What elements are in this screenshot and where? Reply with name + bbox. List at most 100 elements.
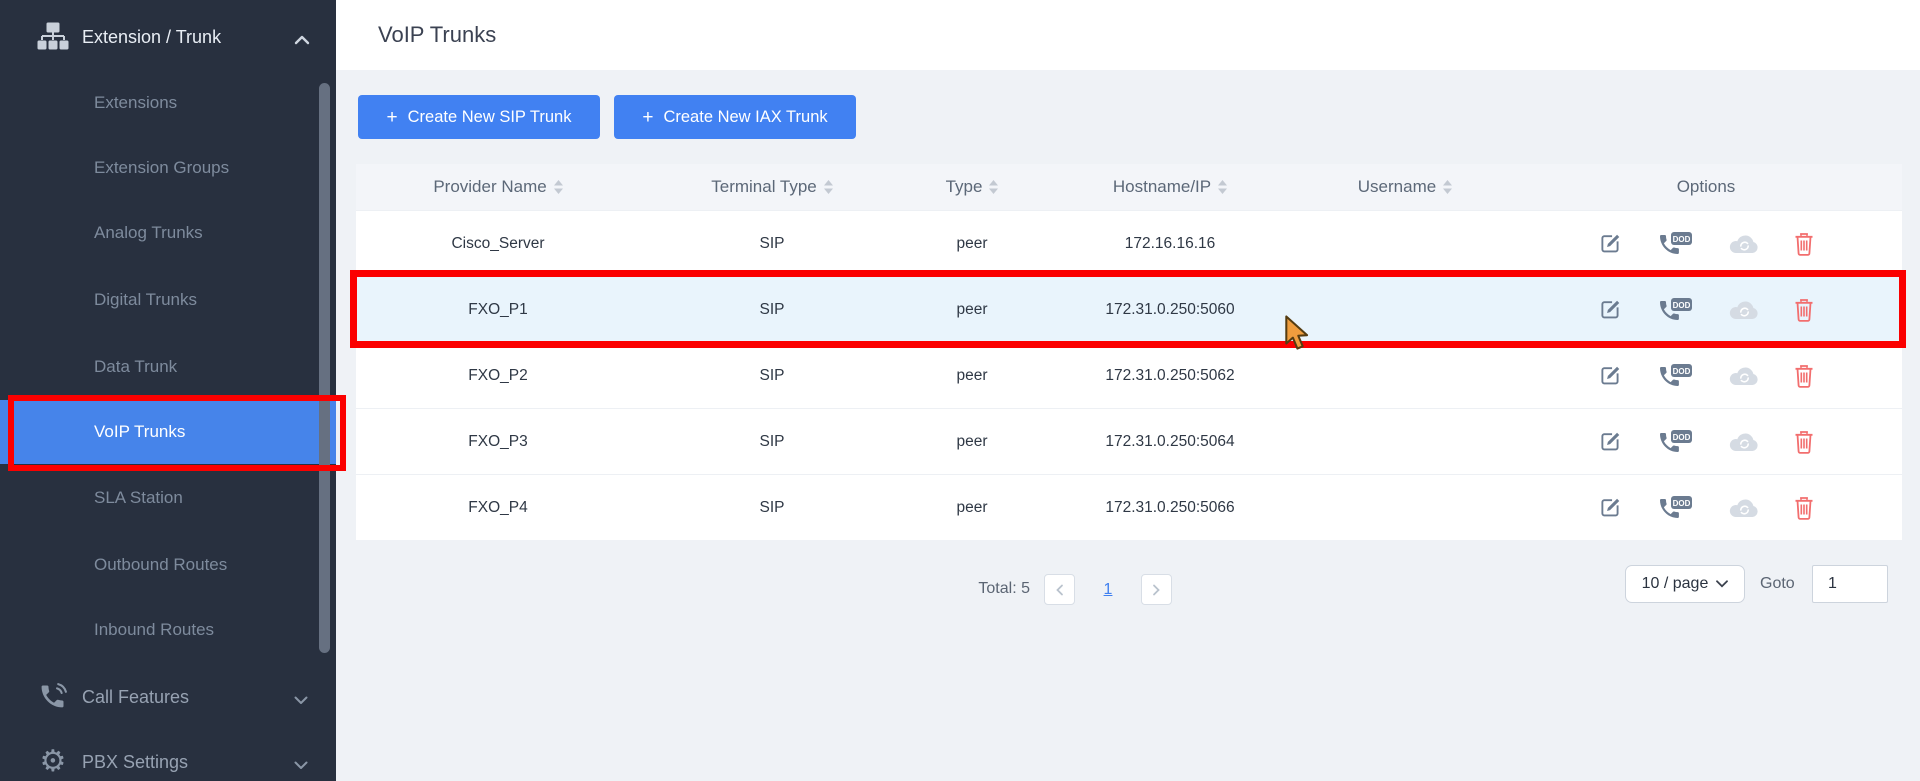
pagination-prev-button[interactable] (1044, 574, 1075, 605)
sidebar-section-call-features[interactable]: Call Features (0, 664, 336, 730)
create-new-sip-trunk-button[interactable]: + Create New SIP Trunk (358, 95, 600, 139)
cloud-sync-icon[interactable] (1726, 496, 1760, 520)
edit-icon[interactable] (1598, 429, 1623, 454)
sidebar: Extension / Trunk Extensions Extension G… (0, 0, 336, 781)
cell-options: DOD (1510, 429, 1902, 455)
sort-icon[interactable] (823, 180, 833, 194)
phone-icon (36, 682, 70, 712)
column-header-options: Options (1676, 177, 1736, 196)
sidebar-item-label: VoIP Trunks (94, 422, 186, 441)
topbar: VoIP Trunks (336, 0, 1920, 70)
svg-text:DOD: DOD (1672, 498, 1690, 507)
column-header-username[interactable]: Username (1300, 177, 1510, 197)
sidebar-header-extension-trunk[interactable]: Extension / Trunk (0, 4, 336, 70)
sort-icon[interactable] (1443, 180, 1453, 194)
cell-hostname-ip: 172.31.0.250:5066 (1105, 498, 1235, 516)
page-size-value: 10 / page (1641, 575, 1709, 592)
cloud-sync-icon[interactable] (1726, 364, 1760, 388)
edit-icon[interactable] (1598, 363, 1623, 388)
cell-hostname-ip: 172.31.0.250:5062 (1105, 366, 1235, 384)
cell-provider-name: FXO_P2 (468, 366, 528, 384)
cell-type: peer (956, 234, 988, 252)
dod-phone-icon[interactable]: DOD (1656, 495, 1693, 521)
delete-icon[interactable] (1793, 231, 1815, 257)
table-header-row: Provider Name Terminal Type Type Hostnam… (356, 164, 1902, 210)
dod-phone-icon[interactable]: DOD (1656, 231, 1693, 257)
pagination-page-1[interactable]: 1 (1095, 574, 1121, 605)
sidebar-item-outbound-routes[interactable]: Outbound Routes (0, 532, 336, 598)
table-row-fxo_p1[interactable]: FXO_P1 SIP peer 172.31.0.250:5060 DOD (356, 276, 1902, 342)
cell-type: peer (956, 432, 988, 450)
pagination-next-button[interactable] (1141, 574, 1172, 605)
delete-icon[interactable] (1793, 297, 1815, 323)
sort-icon[interactable] (989, 180, 999, 194)
column-header-type[interactable]: Type (904, 177, 1040, 197)
sidebar-item-label: SLA Station (94, 488, 183, 507)
column-header-terminal-type[interactable]: Terminal Type (640, 177, 904, 197)
table-row-fxo_p3[interactable]: FXO_P3 SIP peer 172.31.0.250:5064 DOD (356, 408, 1902, 474)
goto-page-input[interactable] (1812, 565, 1888, 603)
sidebar-item-data-trunk[interactable]: Data Trunk (0, 334, 336, 400)
page-title: VoIP Trunks (378, 22, 497, 47)
cell-provider-name: FXO_P3 (468, 432, 528, 450)
chevron-left-icon (1056, 584, 1063, 595)
sidebar-item-extension-groups[interactable]: Extension Groups (0, 135, 336, 201)
sidebar-item-inbound-routes[interactable]: Inbound Routes (0, 597, 336, 663)
cloud-sync-icon[interactable] (1726, 232, 1760, 256)
pagination-total: Total: 5 (978, 580, 1030, 597)
cell-provider-name: FXO_P1 (468, 300, 528, 318)
sidebar-item-extensions[interactable]: Extensions (0, 70, 336, 136)
cell-type: peer (956, 498, 988, 516)
table-row-cisco_server[interactable]: Cisco_Server SIP peer 172.16.16.16 DOD (356, 210, 1902, 276)
chevron-up-icon (294, 32, 310, 45)
column-header-provider-name[interactable]: Provider Name (356, 177, 640, 197)
sidebar-item-label: Analog Trunks (94, 223, 203, 242)
table-row-fxo_p4[interactable]: FXO_P4 SIP peer 172.31.0.250:5066 DOD (356, 474, 1902, 540)
sidebar-item-label: Outbound Routes (94, 555, 228, 574)
sidebar-section-label: PBX Settings (82, 751, 189, 772)
sidebar-item-voip-trunks[interactable]: VoIP Trunks (0, 400, 336, 464)
cell-terminal-type: SIP (759, 234, 785, 252)
delete-icon[interactable] (1793, 363, 1815, 389)
delete-icon[interactable] (1793, 495, 1815, 521)
sidebar-item-label: Extension Groups (94, 158, 230, 177)
cell-hostname-ip: 172.31.0.250:5060 (1105, 300, 1235, 318)
edit-icon[interactable] (1598, 231, 1623, 256)
cell-options: DOD (1510, 495, 1902, 521)
table-row-fxo_p2[interactable]: FXO_P2 SIP peer 172.31.0.250:5062 DOD (356, 342, 1902, 408)
dod-phone-icon[interactable]: DOD (1656, 363, 1693, 389)
edit-icon[interactable] (1598, 297, 1623, 322)
sidebar-item-sla-station[interactable]: SLA Station (0, 465, 336, 531)
sidebar-item-label: Extensions (94, 93, 178, 112)
sitemap-icon (36, 22, 70, 52)
cell-hostname-ip: 172.31.0.250:5064 (1105, 432, 1235, 450)
dod-phone-icon[interactable]: DOD (1656, 297, 1693, 323)
column-header-hostname-ip[interactable]: Hostname/IP (1040, 177, 1300, 197)
sidebar-scrollbar[interactable] (319, 83, 330, 653)
sidebar-section-pbx-settings[interactable]: ⚙ PBX Settings (0, 729, 336, 781)
button-label: Create New SIP Trunk (407, 107, 572, 126)
chevron-down-icon (294, 757, 310, 769)
sidebar-item-analog-trunks[interactable]: Analog Trunks (0, 200, 336, 266)
button-label: Create New IAX Trunk (663, 107, 828, 126)
page-size-select[interactable]: 10 / page (1625, 565, 1745, 603)
cell-terminal-type: SIP (759, 300, 785, 318)
cell-type: peer (956, 366, 988, 384)
sort-icon[interactable] (1218, 180, 1228, 194)
plus-icon: + (642, 106, 654, 128)
delete-icon[interactable] (1793, 429, 1815, 455)
svg-text:DOD: DOD (1672, 432, 1690, 441)
cell-hostname-ip: 172.16.16.16 (1124, 234, 1216, 252)
cloud-sync-icon[interactable] (1726, 298, 1760, 322)
sidebar-item-digital-trunks[interactable]: Digital Trunks (0, 267, 336, 333)
chevron-down-icon (294, 692, 310, 704)
sort-icon[interactable] (553, 180, 563, 194)
create-new-iax-trunk-button[interactable]: + Create New IAX Trunk (614, 95, 856, 139)
sidebar-section-label: Call Features (82, 686, 190, 707)
sidebar-item-label: Inbound Routes (94, 620, 215, 639)
cell-options: DOD (1510, 297, 1902, 323)
cloud-sync-icon[interactable] (1726, 430, 1760, 454)
dod-phone-icon[interactable]: DOD (1656, 429, 1693, 455)
plus-icon: + (386, 106, 398, 128)
edit-icon[interactable] (1598, 495, 1623, 520)
